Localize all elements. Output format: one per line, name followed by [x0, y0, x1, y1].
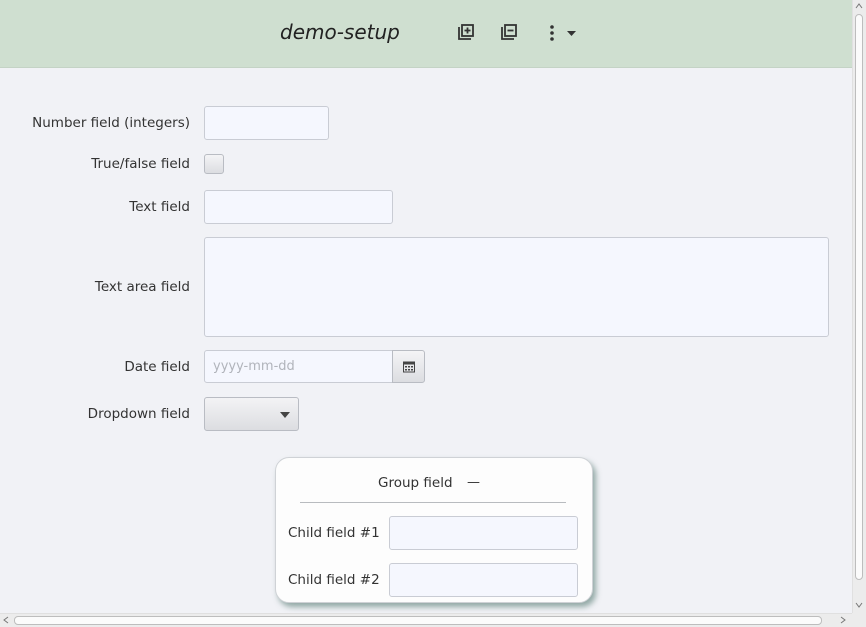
more-vertical-icon [550, 25, 554, 41]
child-field-1-label: Child field #1 [288, 525, 380, 541]
calendar-icon [403, 361, 415, 373]
group-collapse-button[interactable]: — [467, 475, 483, 491]
child-field-2-label: Child field #2 [288, 572, 380, 588]
scroll-right-icon[interactable] [838, 615, 848, 625]
textarea-field-label: Text area field [94, 279, 190, 295]
number-field-label: Number field (integers) [32, 115, 190, 131]
add-copy-button[interactable] [456, 22, 478, 44]
app-header: demo-setup [0, 0, 852, 68]
group-title: Group field [378, 475, 453, 491]
child-field-1-input[interactable] [389, 516, 578, 550]
group-divider [300, 502, 566, 503]
date-field-label: Date field [124, 359, 190, 375]
chevron-down-icon [280, 412, 290, 418]
date-field-input[interactable] [204, 350, 393, 383]
scrollbar-corner [852, 613, 866, 627]
dropdown-field-select[interactable] [204, 397, 299, 431]
child-field-2-input[interactable] [389, 563, 578, 597]
copy-minus-icon [501, 24, 517, 40]
textarea-field-input[interactable] [204, 237, 829, 337]
vertical-scroll-thumb[interactable] [855, 14, 863, 580]
text-field-label: Text field [129, 199, 190, 215]
caret-down-icon [567, 31, 576, 36]
horizontal-scroll-thumb[interactable] [14, 616, 822, 625]
group-field: Group field — Child field #1 Child field… [275, 457, 593, 603]
collapse-icon: — [467, 475, 480, 490]
copy-plus-icon [458, 24, 474, 40]
dropdown-field-label: Dropdown field [87, 406, 190, 422]
remove-copy-button[interactable] [499, 22, 521, 44]
text-field-input[interactable] [204, 190, 393, 224]
number-field-input[interactable] [204, 106, 329, 140]
more-menu-button[interactable] [543, 22, 581, 44]
scroll-up-icon[interactable] [854, 1, 864, 11]
scroll-down-icon[interactable] [854, 600, 864, 610]
scroll-left-icon[interactable] [1, 615, 11, 625]
boolean-field-label: True/false field [91, 156, 190, 172]
page-title: demo-setup [280, 20, 400, 44]
date-picker-button[interactable] [392, 350, 425, 383]
boolean-field-checkbox[interactable] [204, 154, 224, 174]
